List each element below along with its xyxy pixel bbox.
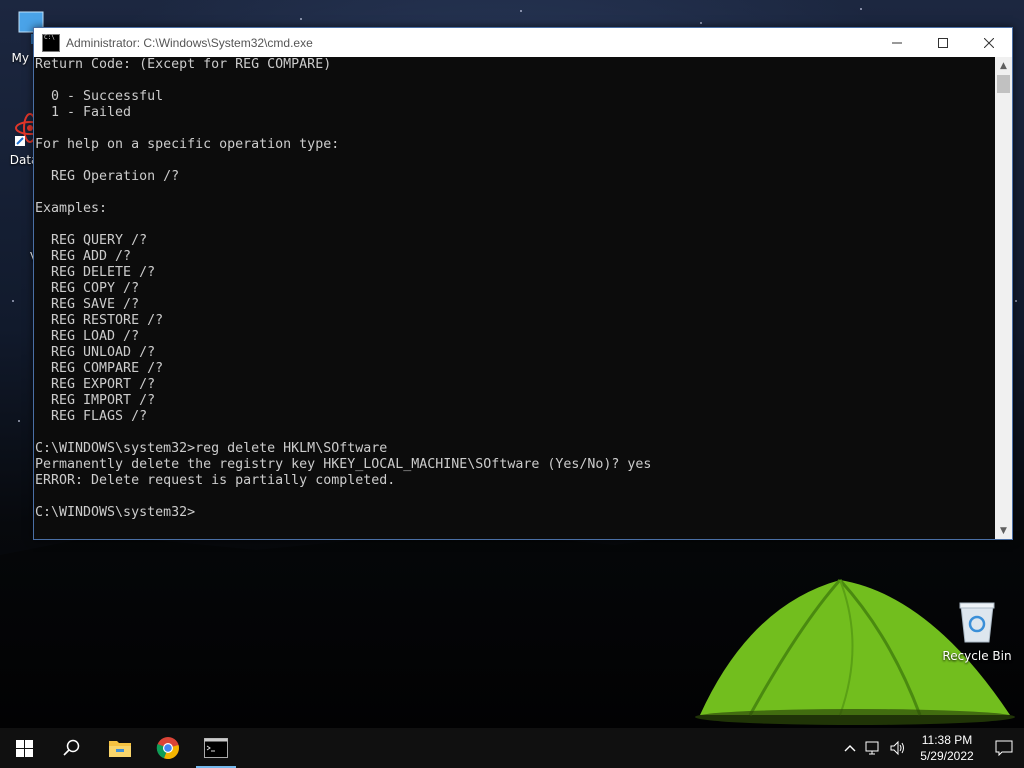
- minimize-icon: [892, 42, 902, 43]
- console-line: Permanently delete the registry key HKEY…: [35, 457, 652, 472]
- chrome-icon: [156, 737, 179, 760]
- search-button[interactable]: [48, 728, 96, 768]
- console-line: REG SAVE /?: [35, 297, 140, 312]
- console-line: REG DELETE /?: [35, 265, 156, 280]
- console-line: REG FLAGS /?: [35, 409, 148, 424]
- console-line: 1 - Failed: [35, 105, 132, 120]
- taskbar: 11:38 PM 5/29/2022: [0, 728, 1024, 768]
- chevron-up-icon: ▲: [1000, 60, 1007, 71]
- console-line: 0 - Successful: [35, 89, 164, 104]
- desktop-icon-recycle-bin[interactable]: Recycle Bin: [940, 600, 1014, 663]
- taskbar-clock[interactable]: 11:38 PM 5/29/2022: [910, 732, 984, 764]
- clock-date: 5/29/2022: [920, 749, 974, 763]
- console-line: REG COMPARE /?: [35, 361, 164, 376]
- console-line: Examples:: [35, 201, 108, 216]
- console-line: ERROR: Delete request is partially compl…: [35, 473, 396, 488]
- taskbar-chrome[interactable]: [144, 728, 192, 768]
- console-line: For help on a specific operation type:: [35, 137, 340, 152]
- cmd-window[interactable]: Administrator: C:\Windows\System32\cmd.e…: [33, 27, 1013, 540]
- cmd-app-icon: [42, 33, 60, 52]
- network-icon: [865, 741, 879, 755]
- console-line: REG LOAD /?: [35, 329, 140, 344]
- file-explorer-icon: [109, 741, 131, 757]
- cmd-icon: [204, 738, 228, 758]
- close-button[interactable]: [966, 28, 1012, 57]
- vertical-scrollbar[interactable]: ▲ ▼: [995, 57, 1012, 539]
- notification-icon: [995, 740, 1013, 756]
- taskbar-cmd[interactable]: [192, 728, 240, 768]
- window-title: Administrator: C:\Windows\System32\cmd.e…: [66, 35, 313, 50]
- scrollbar-thumb[interactable]: [997, 75, 1010, 93]
- search-icon: [63, 739, 80, 756]
- scroll-up-button[interactable]: ▲: [995, 57, 1012, 74]
- desktop-icon-label: Recycle Bin: [942, 649, 1012, 663]
- windows-logo-icon: [15, 739, 33, 757]
- console-output[interactable]: Return Code: (Except for REG COMPARE) 0 …: [34, 57, 995, 539]
- maximize-button[interactable]: [920, 28, 966, 57]
- console-line: REG IMPORT /?: [35, 393, 156, 408]
- console-line: REG EXPORT /?: [35, 377, 156, 392]
- taskbar-file-explorer[interactable]: [96, 728, 144, 768]
- console-line: REG ADD /?: [35, 249, 132, 264]
- window-titlebar[interactable]: Administrator: C:\Windows\System32\cmd.e…: [34, 28, 1012, 57]
- console-line: REG RESTORE /?: [35, 313, 164, 328]
- console-line: REG Operation /?: [35, 169, 180, 184]
- console-line: Return Code: (Except for REG COMPARE): [35, 57, 332, 72]
- console-line: REG QUERY /?: [35, 233, 148, 248]
- chevron-down-icon: ▼: [1000, 525, 1007, 536]
- network-button[interactable]: [862, 728, 886, 768]
- minimize-button[interactable]: [874, 28, 920, 57]
- volume-button[interactable]: [886, 728, 910, 768]
- start-button[interactable]: [0, 728, 48, 768]
- chevron-up-icon: [844, 745, 856, 752]
- scroll-down-button[interactable]: ▼: [995, 522, 1012, 539]
- console-line: C:\WINDOWS\system32>reg delete HKLM\SOft…: [35, 441, 388, 456]
- clock-time: 11:38 PM: [921, 733, 973, 747]
- recycle-bin-icon: [959, 602, 995, 643]
- window-controls: [874, 28, 1012, 57]
- system-tray: 11:38 PM 5/29/2022: [838, 728, 1024, 768]
- action-center-button[interactable]: [984, 728, 1024, 768]
- close-icon: [984, 37, 994, 48]
- speaker-icon: [890, 740, 904, 756]
- maximize-icon: [938, 37, 948, 48]
- console-line: C:\WINDOWS\system32>: [35, 505, 196, 520]
- show-hidden-icons-button[interactable]: [838, 728, 862, 768]
- console-line: REG UNLOAD /?: [35, 345, 156, 360]
- console-line: REG COPY /?: [35, 281, 140, 296]
